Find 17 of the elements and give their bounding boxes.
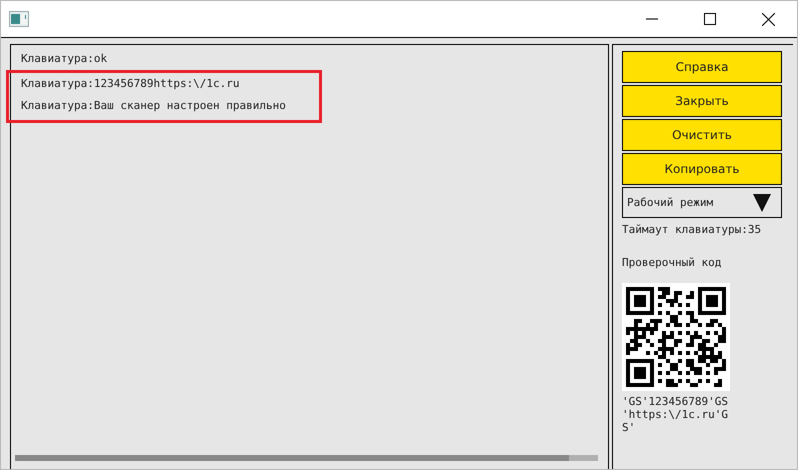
log-line: Клавиатура:Ваш сканер настроен правильно [20, 98, 287, 114]
action-button[interactable]: Копировать [622, 153, 782, 185]
action-button[interactable]: Очистить [622, 119, 782, 151]
check-code-text: 'GS'123456789'GS [622, 395, 729, 408]
maximize-icon [704, 13, 716, 25]
app-icon [9, 11, 29, 27]
action-button[interactable]: Закрыть [622, 85, 782, 117]
keyboard-timeout-label: Таймаут клавиатуры:35 [622, 223, 762, 236]
check-code-text: 'https:\/1c.ru'G [622, 408, 729, 421]
log-line: Клавиатура:ok [20, 51, 108, 67]
check-code-text: S' [622, 421, 636, 434]
mode-dropdown[interactable]: Рабочий режим [622, 187, 782, 218]
close-icon [762, 12, 774, 26]
check-code-label: Проверочный код [622, 256, 722, 269]
log-line: Клавиатура:123456789https:\/1c.ru [20, 76, 241, 92]
dropdown-arrow-icon [753, 194, 771, 212]
action-button[interactable]: Справка [622, 51, 782, 83]
